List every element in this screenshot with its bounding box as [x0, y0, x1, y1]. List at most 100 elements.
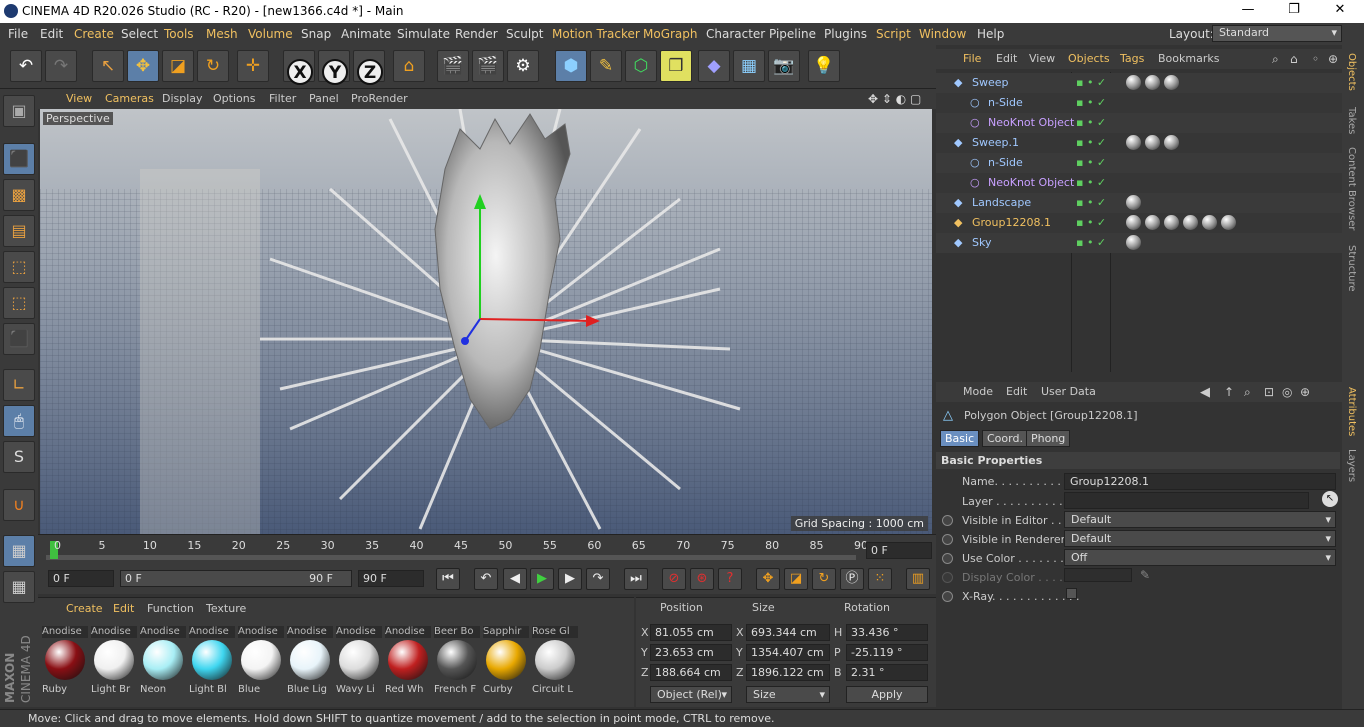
vis-render-select[interactable]: Default ▾ — [1064, 530, 1336, 547]
pos-z-field[interactable]: 188.664 cm — [650, 664, 732, 681]
material-tag-icon[interactable] — [1126, 135, 1141, 150]
menu-animate[interactable]: Animate — [341, 27, 391, 41]
attr-menu-edit[interactable]: Edit — [1006, 385, 1027, 398]
objects-menu-file[interactable]: File — [963, 52, 981, 65]
material-tag-icon[interactable] — [1126, 235, 1141, 250]
current-frame-field[interactable]: 0 F — [866, 542, 932, 559]
minimize-button[interactable]: — — [1228, 2, 1268, 20]
xray-radio[interactable] — [942, 591, 953, 602]
undo-button[interactable]: ↶ — [10, 50, 42, 82]
y-axis-button[interactable]: Y — [318, 50, 350, 85]
perspective-viewport[interactable]: Perspective Grid Spacing : 1000 cm — [40, 109, 932, 534]
make-editable-button[interactable]: ▣ — [3, 95, 35, 127]
timeline[interactable]: 0 5 10 15 20 25 30 35 40 45 50 55 60 65 70 75 80 85 90 0 F — [38, 534, 936, 564]
viewport-menu-panel[interactable]: Panel — [309, 92, 339, 105]
objects-menu-objects[interactable]: Objects — [1068, 52, 1110, 65]
timeline-window-button[interactable]: ▥ — [906, 568, 930, 590]
start-frame-field[interactable]: 0 F — [48, 570, 114, 587]
material-tag-icon[interactable] — [1126, 215, 1141, 230]
viewport-menu-view[interactable]: View — [66, 92, 92, 105]
render-settings-button[interactable]: ⚙ — [507, 50, 539, 82]
vis-editor-radio[interactable] — [942, 515, 953, 526]
menu-help[interactable]: Help — [977, 27, 1004, 41]
record-parameter-button[interactable]: Ⓟ — [840, 568, 864, 590]
material-tag-icon[interactable] — [1145, 135, 1160, 150]
objects-menu-view[interactable]: View — [1029, 52, 1055, 65]
array-button[interactable]: ❒ — [660, 50, 692, 82]
search-icon[interactable]: ⌕ — [1244, 385, 1251, 400]
close-button[interactable]: ✕ — [1320, 2, 1360, 20]
back-arrow-icon[interactable]: ◀ — [1200, 385, 1210, 400]
previous-key-button[interactable]: ↶ — [474, 568, 498, 590]
menu-mesh[interactable]: Mesh — [206, 27, 238, 41]
menu-select[interactable]: Select — [121, 27, 158, 41]
display-color-radio[interactable] — [942, 572, 953, 583]
menu-sculpt[interactable]: Sculpt — [506, 27, 543, 41]
menu-motion-tracker[interactable]: Motion Tracker — [552, 27, 640, 41]
object-list-item[interactable]: ◆ Sweep.1 ▪ • ✓ — [936, 133, 1342, 153]
name-field[interactable]: Group12208.1 — [1064, 473, 1336, 490]
go-to-end-button[interactable]: ⏭ — [624, 568, 648, 590]
subdivision-button[interactable]: ⬡ — [625, 50, 657, 82]
object-list-item[interactable]: ◆ Sweep ▪ • ✓ — [936, 73, 1342, 93]
menu-tools[interactable]: Tools — [164, 27, 194, 41]
menu-simulate[interactable]: Simulate — [397, 27, 450, 41]
viewport-menu-filter[interactable]: Filter — [269, 92, 296, 105]
deformer-button[interactable]: ◆ — [698, 50, 730, 82]
menu-script[interactable]: Script — [876, 27, 911, 41]
menu-render[interactable]: Render — [455, 27, 498, 41]
coordinate-system-button[interactable]: ⌂ — [393, 50, 425, 82]
rot-b-field[interactable]: 2.31 ° — [846, 664, 928, 681]
new-window-icon[interactable]: ⊕ — [1328, 52, 1338, 66]
menu-volume[interactable]: Volume — [248, 27, 293, 41]
tweak-mode-button[interactable]: 🖱 — [3, 405, 35, 437]
menu-mograph[interactable]: MoGraph — [643, 27, 698, 41]
material-tag-icon[interactable] — [1145, 215, 1160, 230]
object-list-item[interactable]: ◆ Group12208.1 ▪ • ✓ — [936, 213, 1342, 233]
material-menu-edit[interactable]: Edit — [113, 602, 134, 615]
coord-mode-select[interactable]: Object (Rel) ▾ — [650, 686, 732, 703]
polygons-mode-button[interactable]: ⬛ — [3, 323, 35, 355]
object-list-item[interactable]: ○ NeoKnot Object ▪ • ✓ — [936, 173, 1342, 193]
xray-checkbox[interactable] — [1066, 588, 1077, 599]
use-color-radio[interactable] — [942, 553, 953, 564]
workplane-button[interactable]: ▤ — [3, 215, 35, 247]
objects-menu-bookmarks[interactable]: Bookmarks — [1158, 52, 1219, 65]
size-x-field[interactable]: 693.344 cm — [746, 624, 830, 641]
material-swatch[interactable]: Anodise Light Bl — [189, 626, 235, 698]
light-button[interactable]: 💡 — [808, 50, 840, 82]
record-rotation-button[interactable]: ↻ — [812, 568, 836, 590]
material-tag-icon[interactable] — [1164, 135, 1179, 150]
menu-plugins[interactable]: Plugins — [824, 27, 867, 41]
material-tag-icon[interactable] — [1126, 195, 1141, 210]
size-y-field[interactable]: 1354.407 cm — [746, 644, 830, 661]
rot-h-field[interactable]: 33.436 ° — [846, 624, 928, 641]
object-list-item[interactable]: ◆ Sky ▪ • ✓ — [936, 233, 1342, 253]
visibility-check-icon[interactable]: ▪ • ✓ — [1076, 96, 1106, 109]
apply-button[interactable]: Apply — [846, 686, 928, 703]
visibility-check-icon[interactable]: ▪ • ✓ — [1076, 196, 1106, 209]
workplane-lock-button[interactable]: ▦ — [3, 535, 35, 567]
attr-tab-basic[interactable]: Basic — [940, 430, 980, 447]
material-swatch[interactable]: Anodise Red Wh — [385, 626, 431, 698]
pen-spline-button[interactable]: ✎ — [590, 50, 622, 82]
model-mode-button[interactable]: ⬛ — [3, 143, 35, 175]
object-list-item[interactable]: ○ n-Side ▪ • ✓ — [936, 153, 1342, 173]
end-frame-field[interactable]: 90 F — [358, 570, 424, 587]
target-icon[interactable]: ◎ — [1282, 385, 1292, 399]
visibility-check-icon[interactable]: ▪ • ✓ — [1076, 116, 1106, 129]
material-menu-texture[interactable]: Texture — [206, 602, 246, 615]
material-tag-icon[interactable] — [1183, 215, 1198, 230]
display-color-swatch[interactable] — [1064, 568, 1132, 582]
material-swatch[interactable]: Anodise Ruby — [42, 626, 88, 698]
menu-edit[interactable]: Edit — [40, 27, 63, 41]
snap-magnet-icon[interactable]: ∪ — [3, 489, 35, 521]
menu-snap[interactable]: Snap — [301, 27, 331, 41]
collapse-icon[interactable]: ◦ — [1312, 52, 1319, 66]
floor-button[interactable]: ▦ — [733, 50, 765, 82]
attr-menu-user-data[interactable]: User Data — [1041, 385, 1096, 398]
cube-object-button[interactable]: ⬢ — [555, 50, 587, 82]
visibility-check-icon[interactable]: ▪ • ✓ — [1076, 176, 1106, 189]
attr-menu-mode[interactable]: Mode — [963, 385, 993, 398]
play-button[interactable]: ▶ — [530, 568, 554, 590]
